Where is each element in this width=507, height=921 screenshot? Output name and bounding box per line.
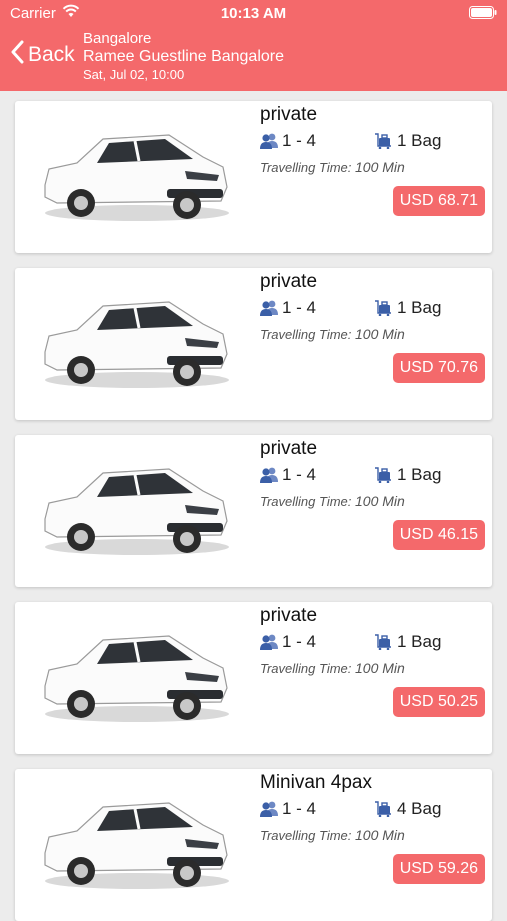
- trip-date: Sat, Jul 02, 10:00: [83, 67, 185, 82]
- travel-time-label: Travelling Time:: [260, 661, 352, 676]
- back-label: Back: [28, 42, 75, 66]
- passenger-count: 1 - 4: [260, 799, 316, 819]
- trip-city: Bangalore: [83, 30, 152, 47]
- transfer-card[interactable]: private 1 - 4 1 Bag Travelling Time: 100…: [15, 435, 492, 587]
- passenger-count: 1 - 4: [260, 298, 316, 318]
- passenger-range: 1 - 4: [282, 465, 317, 484]
- travel-time-value: 100 Min: [355, 326, 405, 342]
- passenger-count: 1 - 4: [260, 632, 316, 652]
- passengers-icon: [260, 634, 278, 650]
- travel-time: Travelling Time: 100 Min: [260, 660, 405, 676]
- travel-time-label: Travelling Time:: [260, 160, 352, 175]
- travel-time: Travelling Time: 100 Min: [260, 827, 405, 843]
- travel-time-label: Travelling Time:: [260, 494, 352, 509]
- passengers-icon: [260, 133, 278, 149]
- travel-time: Travelling Time: 100 Min: [260, 159, 405, 175]
- passenger-count: 1 - 4: [260, 131, 316, 151]
- passenger-count: 1 - 4: [260, 465, 316, 485]
- bag-label: 4 Bag: [397, 799, 442, 818]
- status-time: 10:13 AM: [220, 5, 287, 22]
- travel-time-label: Travelling Time:: [260, 327, 352, 342]
- bag-label: 1 Bag: [397, 465, 442, 484]
- header-bar: Carrier 10:13 AM Back Bangalore Ramee Gu…: [0, 0, 507, 91]
- travel-time-value: 100 Min: [355, 660, 405, 676]
- car-image: [44, 635, 229, 722]
- transfer-card[interactable]: private 1 - 4 1 Bag Travelling Time: 100…: [15, 101, 492, 253]
- bag-label: 1 Bag: [397, 131, 442, 150]
- car-type: private: [260, 605, 318, 626]
- bag-count: 4 Bag: [375, 799, 441, 819]
- car-type: private: [260, 438, 318, 459]
- passengers-icon: [260, 467, 278, 483]
- travel-time-value: 100 Min: [355, 159, 405, 175]
- travel-time-label: Travelling Time:: [260, 828, 352, 843]
- status-bar: Carrier 10:13 AM: [0, 0, 507, 28]
- travel-time: Travelling Time: 100 Min: [260, 493, 405, 509]
- luggage-icon: [375, 300, 391, 316]
- trip-info: Bangalore Ramee Guestline Bangalore Sat,…: [83, 30, 284, 84]
- bag-label: 1 Bag: [397, 298, 442, 317]
- travel-time: Travelling Time: 100 Min: [260, 326, 405, 342]
- travel-time-value: 100 Min: [355, 493, 405, 509]
- price-button[interactable]: USD 50.25: [392, 687, 485, 717]
- back-button[interactable]: Back: [10, 40, 75, 69]
- luggage-icon: [375, 634, 391, 650]
- price-button[interactable]: USD 46.15: [392, 520, 485, 550]
- travel-time-value: 100 Min: [355, 827, 405, 843]
- passengers-icon: [260, 300, 278, 316]
- bag-label: 1 Bag: [397, 632, 442, 651]
- luggage-icon: [375, 133, 391, 149]
- price-button[interactable]: USD 59.26: [392, 854, 485, 884]
- transfer-card[interactable]: private 1 - 4 1 Bag Travelling Time: 100…: [15, 602, 492, 754]
- car-image: [44, 802, 229, 889]
- bag-count: 1 Bag: [375, 298, 441, 318]
- luggage-icon: [375, 467, 391, 483]
- car-type: private: [260, 271, 318, 292]
- bag-count: 1 Bag: [375, 131, 441, 151]
- trip-hotel: Ramee Guestline Bangalore: [83, 48, 285, 65]
- car-image: [44, 134, 229, 221]
- price-button[interactable]: USD 68.71: [392, 186, 485, 216]
- luggage-icon: [375, 801, 391, 817]
- passenger-range: 1 - 4: [282, 131, 317, 150]
- car-type: private: [260, 104, 318, 125]
- price-button[interactable]: USD 70.76: [392, 353, 485, 383]
- passenger-range: 1 - 4: [282, 799, 317, 818]
- bag-count: 1 Bag: [375, 465, 441, 485]
- transfer-card[interactable]: private 1 - 4 1 Bag Travelling Time: 100…: [15, 268, 492, 420]
- passenger-range: 1 - 4: [282, 632, 317, 651]
- battery-icon: [469, 6, 497, 24]
- car-image: [44, 468, 229, 555]
- car-type: Minivan 4pax: [260, 772, 372, 793]
- passengers-icon: [260, 801, 278, 817]
- chevron-left-icon: [10, 40, 24, 69]
- bag-count: 1 Bag: [375, 632, 441, 652]
- car-image: [44, 301, 229, 388]
- passenger-range: 1 - 4: [282, 298, 317, 317]
- transfer-card[interactable]: Minivan 4pax 1 - 4 4 Bag Travelling Time…: [15, 769, 492, 921]
